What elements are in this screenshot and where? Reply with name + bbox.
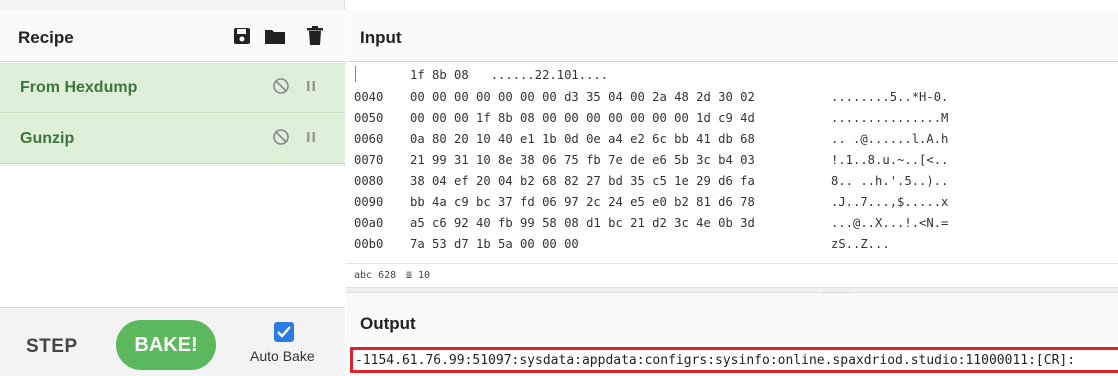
- step-button[interactable]: STEP: [26, 336, 78, 358]
- hex-first-line: 1f 8b 08 ......22.101....: [410, 68, 609, 82]
- pause-icon[interactable]: [302, 77, 320, 95]
- output-highlight: -1154.61.76.99:51097:sysdata:appdata:con…: [350, 347, 1118, 373]
- disable-icon[interactable]: [272, 128, 290, 146]
- checkmark-icon: [277, 326, 291, 338]
- input-title: Input: [360, 28, 402, 47]
- trash-icon[interactable]: [306, 26, 326, 46]
- input-lines: ≣ 10: [406, 270, 431, 281]
- output-header: Output: [346, 294, 1118, 344]
- bake-button[interactable]: BAKE!: [116, 320, 216, 370]
- operation-label: Gunzip: [20, 130, 75, 147]
- input-header: Input: [346, 10, 1118, 62]
- operation-gunzip[interactable]: Gunzip: [0, 114, 345, 164]
- auto-bake-checkbox[interactable]: [274, 322, 294, 342]
- output-text: -1154.61.76.99:51097:sysdata:appdata:con…: [355, 353, 1076, 368]
- recipe-title: Recipe: [18, 28, 74, 47]
- folder-icon[interactable]: [264, 26, 285, 46]
- input-status-bar: abc 628 ≣ 10: [346, 263, 1118, 287]
- recipe-panel: Recipe From Hexdump Gunzip STEP BAKE! Au…: [0, 0, 345, 376]
- operation-from-hexdump[interactable]: From Hexdump: [0, 63, 345, 113]
- bake-controls: STEP BAKE! Auto Bake: [0, 308, 345, 376]
- output-title: Output: [360, 314, 416, 333]
- recipe-drop-area[interactable]: [0, 166, 345, 308]
- operation-label: From Hexdump: [20, 79, 138, 96]
- input-textarea[interactable]: 1f 8b 08 ......22.101.... 0040 00 00 00 0…: [346, 63, 1118, 263]
- output-textarea[interactable]: -1154.61.76.99:51097:sysdata:appdata:con…: [346, 344, 1118, 376]
- disable-icon[interactable]: [272, 77, 290, 95]
- panel-resize-handle[interactable]: ········: [346, 287, 1118, 298]
- input-length: abc 628: [354, 270, 397, 281]
- save-icon[interactable]: [232, 26, 252, 46]
- pause-icon[interactable]: [302, 128, 320, 146]
- recipe-header: Recipe: [0, 10, 345, 62]
- auto-bake-label: Auto Bake: [250, 348, 315, 364]
